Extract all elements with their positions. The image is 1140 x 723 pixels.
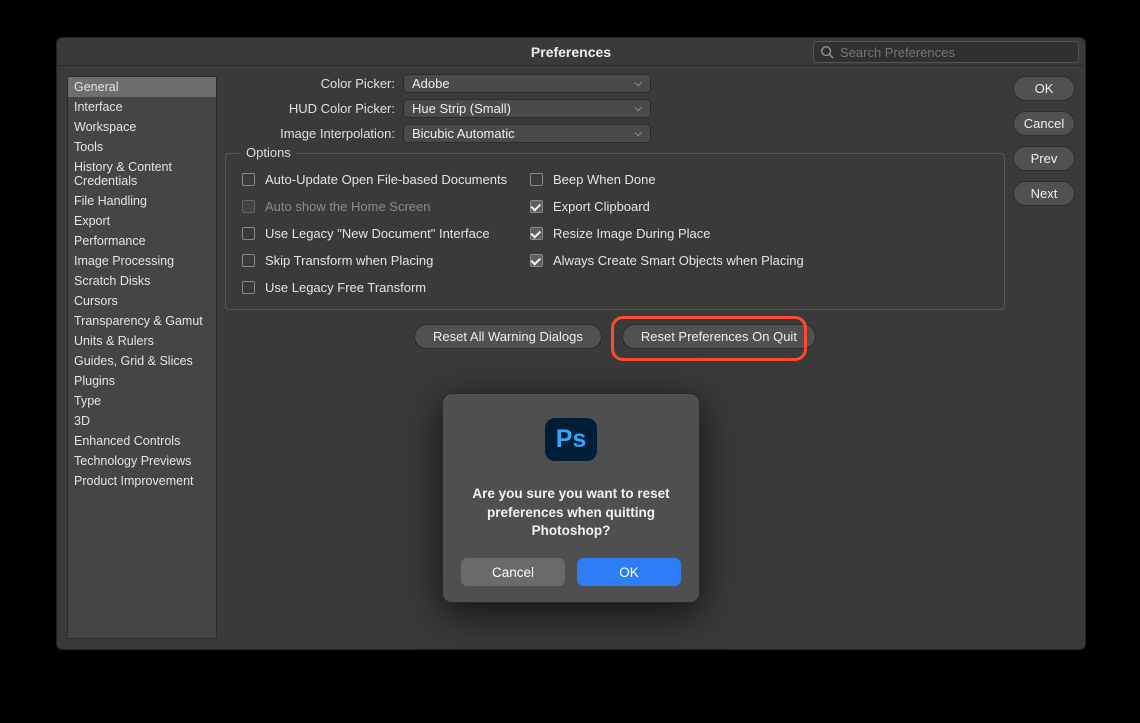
checkbox-label: Use Legacy Free Transform	[265, 280, 426, 295]
dropdown-color-picker[interactable]: Adobe ⌵	[403, 74, 651, 93]
checkbox-label: Use Legacy "New Document" Interface	[265, 226, 490, 241]
sidebar-item-enhanced-controls[interactable]: Enhanced Controls	[68, 431, 216, 451]
sidebar-item-interface[interactable]: Interface	[68, 97, 216, 117]
dropdown-hud-color-picker-value: Hue Strip (Small)	[412, 101, 511, 116]
reset-preferences-on-quit-button[interactable]: Reset Preferences On Quit	[622, 324, 816, 349]
option-checkbox[interactable]: Use Legacy "New Document" Interface	[242, 226, 530, 241]
checkbox-box	[242, 281, 255, 294]
cancel-button[interactable]: Cancel	[1013, 111, 1075, 136]
checkbox-label: Beep When Done	[553, 172, 656, 187]
checkbox-label: Export Clipboard	[553, 199, 650, 214]
modal-buttons: Cancel OK	[461, 558, 681, 586]
sidebar-item-general[interactable]: General	[68, 77, 216, 97]
window-title: Preferences	[531, 44, 611, 60]
checkbox-label: Auto show the Home Screen	[265, 199, 430, 214]
confirm-reset-modal: Ps Are you sure you want to reset prefer…	[442, 393, 700, 603]
sidebar-item-export[interactable]: Export	[68, 211, 216, 231]
dropdown-color-picker-value: Adobe	[412, 76, 450, 91]
options-frame: Options Auto-Update Open File-based Docu…	[225, 153, 1005, 310]
sidebar-item-file-handling[interactable]: File Handling	[68, 191, 216, 211]
checkbox-box	[242, 254, 255, 267]
next-button[interactable]: Next	[1013, 181, 1075, 206]
chevron-down-icon: ⌵	[634, 78, 642, 89]
titlebar: Preferences	[57, 38, 1085, 66]
options-grid: Auto-Update Open File-based Documents Aut…	[242, 172, 988, 295]
search-icon	[820, 45, 834, 59]
modal-ok-button[interactable]: OK	[577, 558, 681, 586]
checkbox-box	[530, 227, 543, 240]
sidebar-item-image-processing[interactable]: Image Processing	[68, 251, 216, 271]
sidebar-item-cursors[interactable]: Cursors	[68, 291, 216, 311]
option-checkbox[interactable]: Auto-Update Open File-based Documents	[242, 172, 530, 187]
sidebar-item-type[interactable]: Type	[68, 391, 216, 411]
options-col-right: Beep When Done Export Clipboard Resize Ima…	[530, 172, 988, 295]
right-buttons: OK Cancel Prev Next	[1013, 76, 1075, 206]
photoshop-icon: Ps	[545, 418, 597, 461]
option-checkbox: Auto show the Home Screen	[242, 199, 530, 214]
label-image-interpolation: Image Interpolation:	[225, 126, 395, 141]
sidebar-item-history-content-credentials[interactable]: History & Content Credentials	[68, 157, 216, 191]
checkbox-label: Always Create Smart Objects when Placing	[553, 253, 804, 268]
option-checkbox[interactable]: Export Clipboard	[530, 199, 988, 214]
search-field-wrap[interactable]	[813, 41, 1079, 63]
option-checkbox[interactable]: Use Legacy Free Transform	[242, 280, 530, 295]
sidebar-item-tools[interactable]: Tools	[68, 137, 216, 157]
sidebar-item-scratch-disks[interactable]: Scratch Disks	[68, 271, 216, 291]
sidebar-item-units-rulers[interactable]: Units & Rulers	[68, 331, 216, 351]
sidebar-item-transparency-gamut[interactable]: Transparency & Gamut	[68, 311, 216, 331]
option-checkbox[interactable]: Skip Transform when Placing	[242, 253, 530, 268]
prev-button[interactable]: Prev	[1013, 146, 1075, 171]
bottom-buttons: Reset All Warning Dialogs Reset Preferen…	[225, 324, 1005, 349]
chevron-down-icon: ⌵	[634, 128, 642, 139]
label-hud-color-picker: HUD Color Picker:	[225, 101, 395, 116]
checkbox-label: Auto-Update Open File-based Documents	[265, 172, 507, 187]
dropdown-hud-color-picker[interactable]: Hue Strip (Small) ⌵	[403, 99, 651, 118]
dropdown-image-interpolation[interactable]: Bicubic Automatic ⌵	[403, 124, 651, 143]
checkbox-box	[242, 227, 255, 240]
checkbox-box	[242, 200, 255, 213]
reset-all-warning-dialogs-button[interactable]: Reset All Warning Dialogs	[414, 324, 602, 349]
checkbox-box	[242, 173, 255, 186]
row-hud-color-picker: HUD Color Picker: Hue Strip (Small) ⌵	[225, 99, 1065, 118]
category-sidebar: GeneralInterfaceWorkspaceToolsHistory & …	[67, 76, 217, 639]
search-input[interactable]	[840, 45, 1072, 60]
options-col-left: Auto-Update Open File-based Documents Aut…	[242, 172, 530, 295]
option-checkbox[interactable]: Resize Image During Place	[530, 226, 988, 241]
checkbox-box	[530, 173, 543, 186]
checkbox-label: Resize Image During Place	[553, 226, 711, 241]
row-color-picker: Color Picker: Adobe ⌵	[225, 74, 1065, 93]
chevron-down-icon: ⌵	[634, 103, 642, 114]
modal-cancel-button[interactable]: Cancel	[461, 558, 565, 586]
sidebar-item-workspace[interactable]: Workspace	[68, 117, 216, 137]
row-image-interpolation: Image Interpolation: Bicubic Automatic ⌵	[225, 124, 1065, 143]
dropdown-image-interpolation-value: Bicubic Automatic	[412, 126, 515, 141]
sidebar-item-3d[interactable]: 3D	[68, 411, 216, 431]
sidebar-item-technology-previews[interactable]: Technology Previews	[68, 451, 216, 471]
sidebar-item-plugins[interactable]: Plugins	[68, 371, 216, 391]
sidebar-item-product-improvement[interactable]: Product Improvement	[68, 471, 216, 491]
checkbox-label: Skip Transform when Placing	[265, 253, 433, 268]
sidebar-item-performance[interactable]: Performance	[68, 231, 216, 251]
option-checkbox[interactable]: Beep When Done	[530, 172, 988, 187]
checkbox-box	[530, 200, 543, 213]
label-color-picker: Color Picker:	[225, 76, 395, 91]
modal-message: Are you sure you want to reset preferenc…	[461, 485, 681, 540]
option-checkbox[interactable]: Always Create Smart Objects when Placing	[530, 253, 988, 268]
checkbox-box	[530, 254, 543, 267]
ok-button[interactable]: OK	[1013, 76, 1075, 101]
sidebar-item-guides-grid-slices[interactable]: Guides, Grid & Slices	[68, 351, 216, 371]
options-legend: Options	[240, 145, 297, 160]
